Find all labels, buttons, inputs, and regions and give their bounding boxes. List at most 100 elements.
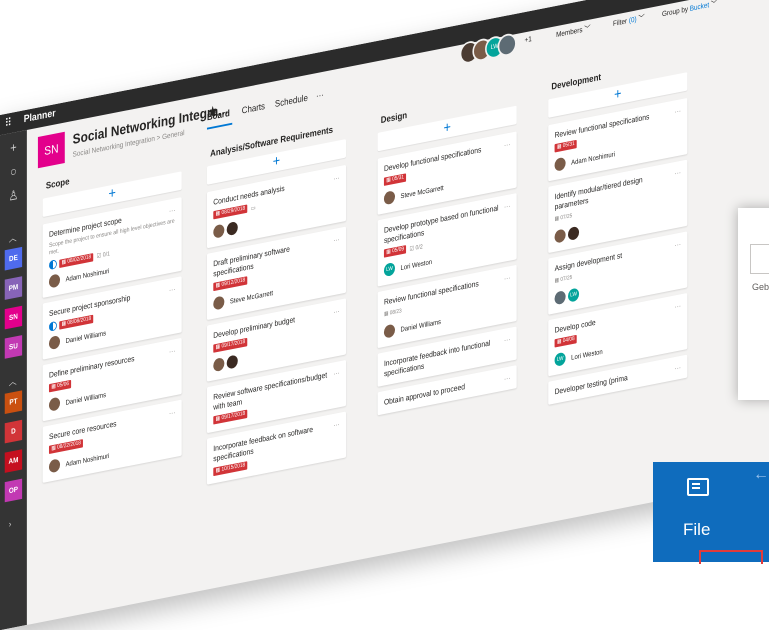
plan-tile-de[interactable]: DE (4, 246, 23, 271)
filter-button[interactable]: Filter (0) ﹀ (613, 12, 645, 28)
file-tile[interactable]: ← File (653, 462, 769, 564)
more-options-icon[interactable]: ··· (333, 307, 339, 317)
assignee-avatar[interactable]: LW (568, 287, 580, 303)
due-date-badge: ▦ 07/25 (555, 274, 573, 286)
more-options-icon[interactable]: ··· (169, 346, 175, 356)
chevron-up-icon[interactable]: ︿ (9, 373, 17, 389)
more-options-icon[interactable]: ··· (675, 302, 681, 312)
plan-tile-am[interactable]: AM (4, 449, 23, 473)
due-date-text: 05/09 (392, 246, 404, 255)
due-date-badge: ▦ 08/02/2018 (59, 252, 94, 268)
more-options-icon[interactable]: ··· (169, 285, 175, 295)
plan-tile-op[interactable]: OP (4, 478, 23, 503)
checklist-count: ☑ 0/1 (97, 250, 110, 260)
more-options-icon[interactable]: ··· (333, 369, 339, 379)
due-date-text: 07/25 (560, 275, 573, 283)
due-date-badge: ▦ 08/08/2018 (59, 314, 94, 330)
bucket-scope: Scope + Determine project scope ··· Scope th… (42, 151, 182, 488)
due-date-badge: ▦ 04/08 (554, 334, 577, 348)
overlay-panel: Geba (738, 208, 769, 400)
assignee-avatar[interactable]: LW (554, 351, 566, 367)
due-date-badge: ▦ 05/31 (383, 173, 407, 186)
assignee-avatar[interactable] (226, 221, 238, 237)
due-date-badge: ▦ 08/22/2018 (48, 439, 84, 455)
assignee-avatar[interactable] (213, 223, 225, 239)
more-options-icon[interactable]: ··· (675, 240, 681, 250)
chevron-up-icon[interactable]: ︿ (9, 230, 17, 245)
assignee-avatar[interactable] (383, 323, 395, 339)
more-options-icon[interactable]: ··· (169, 408, 175, 418)
assignee-avatar[interactable] (554, 228, 566, 244)
circle-icon[interactable]: ○ (8, 163, 19, 180)
assignee-avatar[interactable] (48, 273, 61, 289)
plan-tile-su[interactable]: SU (4, 335, 23, 359)
due-date-text: 08/22/2018 (57, 440, 81, 451)
more-options-icon[interactable]: ··· (675, 168, 681, 178)
more-tabs-button[interactable]: ··· (316, 90, 324, 102)
assignee-avatar[interactable] (554, 156, 566, 172)
due-date-badge: ▦ 08/23 (384, 308, 402, 320)
assignee-avatar[interactable] (226, 354, 238, 370)
due-date-text: 08/23 (389, 308, 402, 317)
back-arrow-icon[interactable]: ← (753, 466, 769, 484)
chevron-right-icon[interactable]: › (9, 519, 12, 530)
more-options-icon[interactable]: ··· (333, 420, 339, 430)
plan-tile-pm[interactable]: PM (4, 276, 23, 300)
due-date-text: 08/08/2018 (67, 315, 92, 326)
app-name: Planner (23, 107, 56, 126)
members-button[interactable]: Members ﹀ (556, 23, 590, 40)
bucket-analysis: Analysis/Software Requirements + Conduct n… (206, 119, 347, 490)
due-date-text: 07/25 (560, 213, 573, 222)
due-date-badge: ▦ 09/17/2018 (213, 409, 248, 425)
due-date-badge: ▦ 08/29/2018 (213, 204, 248, 220)
assignee-name: Adam Noshimuri (571, 149, 615, 167)
assignee-avatar[interactable] (383, 190, 395, 206)
tab-schedule[interactable]: Schedule (275, 93, 308, 110)
more-options-icon[interactable]: ··· (504, 374, 510, 384)
assignee-avatar[interactable] (48, 396, 61, 412)
more-options-icon[interactable]: ··· (504, 273, 510, 283)
assignee-avatar[interactable] (213, 357, 225, 373)
member-overflow[interactable]: +1 (525, 35, 532, 45)
bucket-development: Development + Review functional specificat… (548, 52, 688, 410)
person-icon[interactable]: ♙ (8, 187, 19, 205)
more-options-icon[interactable]: ··· (504, 335, 510, 345)
plan-tile-d[interactable]: D (4, 419, 23, 444)
plus-icon[interactable]: + (8, 139, 19, 156)
assignee-avatar[interactable] (48, 335, 61, 351)
due-date-text: 05/06 (57, 381, 70, 389)
more-options-icon[interactable]: ··· (675, 107, 681, 117)
assignee-name: Adam Noshimuri (65, 266, 110, 283)
left-rail: + ○ ♙ ︿ DE PM SN SU ︿ PT D AM OP › (0, 129, 27, 630)
more-options-icon[interactable]: ··· (504, 140, 510, 150)
plan-tile-sn[interactable]: SN (4, 305, 23, 330)
assignee-name: Lori Weston (571, 346, 603, 362)
due-date-badge: ▦ 09/12/2018 (213, 276, 248, 292)
tab-charts[interactable]: Charts (242, 102, 265, 117)
assignee-avatar[interactable] (213, 295, 225, 311)
plan-tile-pt[interactable]: PT (4, 390, 23, 414)
more-options-icon[interactable]: ··· (169, 206, 175, 216)
waffle-icon[interactable]: ⠿ (5, 114, 18, 131)
due-date-text: 05/31 (562, 141, 575, 150)
bucket-design: Design + Develop functional specifications… (377, 85, 517, 420)
assignee-avatar[interactable] (554, 290, 566, 306)
overlay-label: Geba (752, 282, 769, 292)
more-options-icon[interactable]: ··· (504, 202, 510, 212)
due-date-text: 08/29/2018 (221, 205, 246, 216)
more-options-icon[interactable]: ··· (333, 173, 339, 183)
highlight-box (699, 550, 763, 564)
comment-icon: ▭ (250, 204, 256, 212)
assignee-avatar[interactable]: LW (383, 261, 395, 278)
assignee-avatar[interactable] (48, 458, 61, 474)
assignee-avatar[interactable] (568, 225, 580, 241)
more-options-icon[interactable]: ··· (675, 363, 681, 373)
progress-icon (48, 259, 57, 271)
more-options-icon[interactable]: ··· (333, 235, 339, 245)
checklist-text: 0/2 (415, 243, 423, 252)
due-date-badge: ▦ 05/06 (48, 379, 72, 393)
due-date-text: 04/08 (562, 336, 575, 345)
due-date-text: 09/12/2018 (221, 277, 246, 288)
file-label: File (683, 520, 711, 539)
overlay-input[interactable] (750, 244, 769, 274)
